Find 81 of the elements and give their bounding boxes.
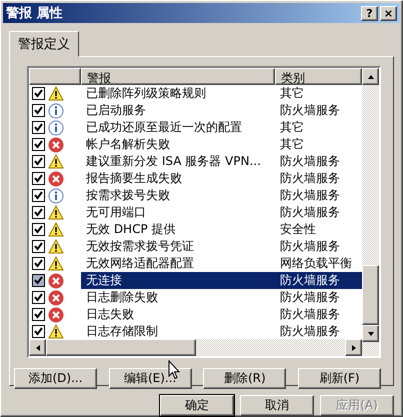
table-cell-text: 报告摘要生成失败 xyxy=(85,170,183,187)
table-cell-text: 网络负载平衡 xyxy=(279,255,353,272)
table-cell-text: 帐户名解析失败 xyxy=(85,136,171,153)
error-icon xyxy=(48,136,64,152)
window-title: 警报 属性 xyxy=(6,5,64,22)
right-arrow-icon xyxy=(350,344,358,352)
table-cell-text: 无可用端口 xyxy=(85,204,147,221)
table-cell-text: 其它 xyxy=(279,119,305,136)
table-cell-text: 日志删除失败 xyxy=(85,289,159,306)
left-arrow-icon xyxy=(34,344,42,352)
warning-icon xyxy=(48,205,64,220)
warning-icon xyxy=(48,222,64,237)
table-cell-text: 防火墙服务 xyxy=(279,306,341,323)
scroll-thumb[interactable] xyxy=(46,339,196,356)
dialog-button[interactable]: 确定 xyxy=(160,395,234,416)
horizontal-scrollbar[interactable] xyxy=(29,339,362,356)
checkbox[interactable] xyxy=(32,172,45,185)
warning-icon xyxy=(48,324,64,339)
warning-icon xyxy=(48,256,64,271)
checkbox[interactable] xyxy=(32,240,45,253)
table-cell-text: 防火墙服务 xyxy=(279,187,341,204)
checkbox[interactable] xyxy=(32,155,45,168)
info-icon xyxy=(48,102,64,118)
table-cell-text: 无效按需求拨号凭证 xyxy=(85,238,195,255)
table-cell: 无连接 xyxy=(81,272,275,289)
column-header[interactable]: 类别 xyxy=(275,68,362,85)
close-button[interactable]: × xyxy=(380,6,397,20)
checkbox[interactable] xyxy=(32,274,45,287)
action-button[interactable]: 添加(D)... xyxy=(14,368,97,389)
checkbox[interactable] xyxy=(32,104,45,117)
warning-icon xyxy=(48,86,64,101)
checkbox[interactable] xyxy=(32,206,45,219)
action-button[interactable]: 编辑(E)... xyxy=(108,368,192,389)
down-arrow-icon xyxy=(366,330,374,338)
error-icon xyxy=(48,170,64,186)
scroll-thumb[interactable] xyxy=(362,265,379,325)
table-cell-text: 已成功还原至最近一次的配置 xyxy=(85,119,243,136)
checkbox[interactable] xyxy=(32,325,45,338)
table-cell-text: 防火墙服务 xyxy=(279,323,341,339)
help-button[interactable]: ? xyxy=(361,6,378,20)
table-cell-text: 已删除阵列级策略规则 xyxy=(85,85,207,102)
action-button[interactable]: 删除(R) xyxy=(203,368,286,389)
checkbox[interactable] xyxy=(32,189,45,202)
checkbox[interactable] xyxy=(32,87,45,100)
table-cell-text: 按需求拨号失败 xyxy=(85,187,171,204)
table-cell-text: 其它 xyxy=(279,85,305,102)
column-header[interactable] xyxy=(29,68,81,85)
up-arrow-icon xyxy=(366,72,374,80)
tab[interactable]: 警报定义 xyxy=(9,31,79,57)
table-cell-text: 日志失败 xyxy=(85,306,135,323)
table-cell-text: 安全性 xyxy=(279,221,317,238)
table-cell-text: 其它 xyxy=(279,136,305,153)
table-cell-text: 防火墙服务 xyxy=(279,102,341,119)
table-cell-text: 无效 DHCP 提供 xyxy=(85,221,177,238)
table-cell-text: 已启动服务 xyxy=(85,102,147,119)
table-cell: 防火墙服务 xyxy=(275,272,362,289)
column-header[interactable]: 警报 xyxy=(81,68,275,85)
vertical-scrollbar[interactable] xyxy=(362,68,379,356)
warning-icon xyxy=(48,239,64,254)
table-cell-text: 日志存储限制 xyxy=(85,323,159,339)
action-button[interactable]: 刷新(F) xyxy=(298,368,381,389)
table-cell-text: 防火墙服务 xyxy=(279,289,341,306)
table-cell-text: 建议重新分发 ISA 服务器 VPN... xyxy=(85,153,262,170)
error-icon xyxy=(48,306,64,322)
info-icon xyxy=(48,188,64,204)
table-cell-text: 防火墙服务 xyxy=(279,153,341,170)
error-icon xyxy=(48,272,64,288)
checkbox[interactable] xyxy=(32,257,45,270)
table-cell-text: 防火墙服务 xyxy=(279,238,341,255)
warning-icon xyxy=(48,154,64,169)
checkbox[interactable] xyxy=(32,308,45,321)
error-icon xyxy=(48,290,64,306)
dialog-button[interactable]: 取消 xyxy=(240,395,314,416)
table-cell-text: 无效网络适配器配置 xyxy=(85,255,195,272)
table-cell-text: 防火墙服务 xyxy=(279,170,341,187)
checkbox[interactable] xyxy=(32,121,45,134)
info-icon xyxy=(48,120,64,136)
checkbox[interactable] xyxy=(32,291,45,304)
checkbox[interactable] xyxy=(32,138,45,151)
checkbox[interactable] xyxy=(32,223,45,236)
table-cell-text: 防火墙服务 xyxy=(279,204,341,221)
